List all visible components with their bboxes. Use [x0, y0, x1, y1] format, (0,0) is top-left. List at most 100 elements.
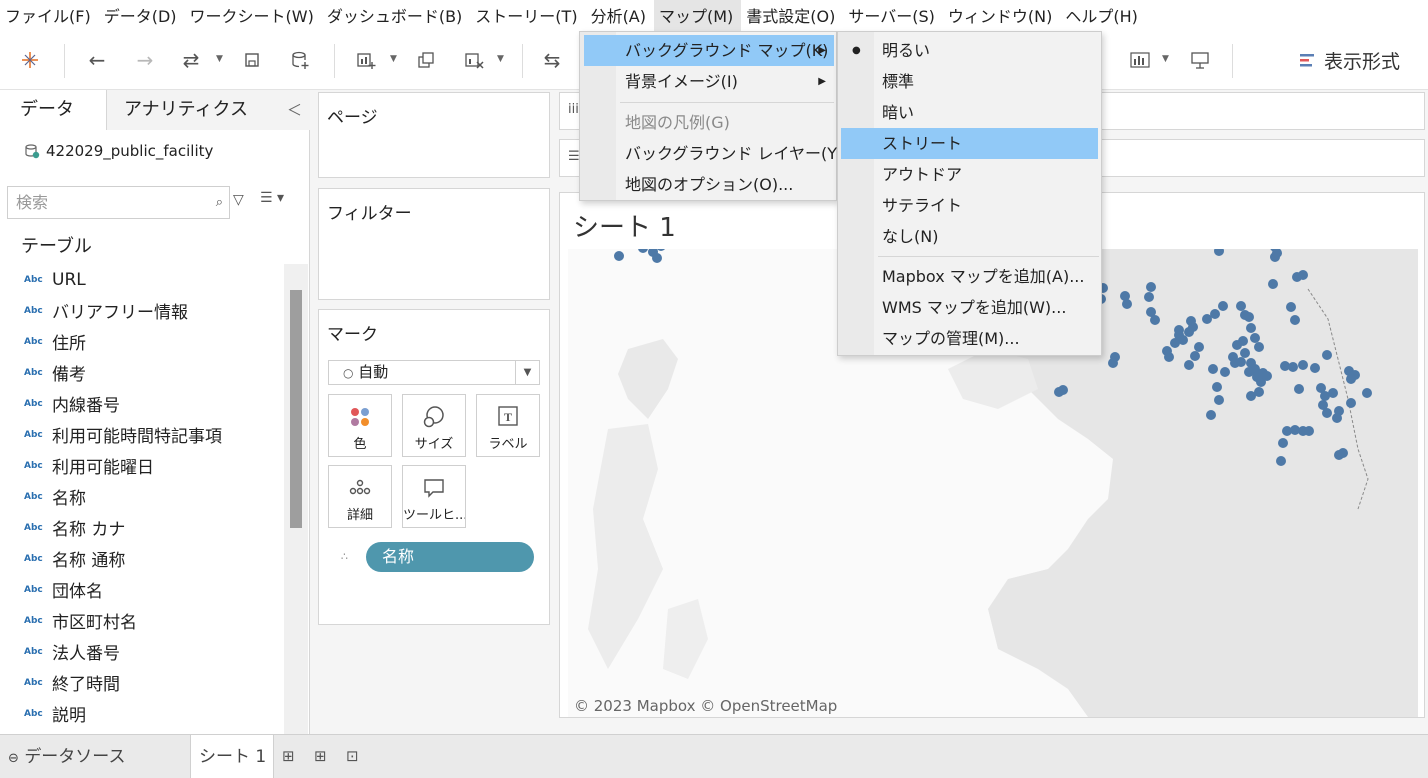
field-item[interactable]: Abc 法人番号 — [0, 636, 284, 667]
redo-dropdown-icon[interactable]: ▼ — [216, 54, 226, 64]
map-point[interactable] — [1278, 438, 1288, 448]
map-point[interactable] — [1164, 352, 1174, 362]
back-icon[interactable]: ← — [83, 46, 111, 74]
map-point[interactable] — [614, 251, 624, 261]
swap-rows-columns-icon[interactable]: ⇆ — [538, 46, 566, 74]
map-point[interactable] — [1214, 395, 1224, 405]
field-item[interactable]: Abc 終了時間 — [0, 667, 284, 698]
map-point[interactable] — [1218, 301, 1228, 311]
map-point[interactable] — [1144, 292, 1154, 302]
map-point[interactable] — [1246, 391, 1256, 401]
tab-analytics[interactable]: アナリティクス — [107, 90, 310, 130]
field-item[interactable]: Abc 利用可能曜日 — [0, 450, 284, 481]
mark-type-dropdown[interactable]: ○ 自動 ▼ — [328, 360, 540, 385]
field-item[interactable]: Abc 住所 — [0, 326, 284, 357]
map-point[interactable] — [1346, 374, 1356, 384]
presentation-mode-icon[interactable] — [1186, 46, 1214, 74]
field-item[interactable]: Abc 団体名 — [0, 574, 284, 605]
menu-story[interactable]: ストーリー(T) — [470, 0, 585, 32]
field-list-scroll-thumb[interactable] — [290, 290, 302, 528]
clear-sheet-icon[interactable] — [460, 46, 488, 74]
map-point[interactable] — [1184, 360, 1194, 370]
field-pill-name[interactable]: 名称 — [366, 542, 534, 572]
show-me-button[interactable]: 表示形式 — [1299, 46, 1400, 74]
new-worksheet-icon[interactable] — [352, 46, 380, 74]
map-point[interactable] — [1208, 364, 1218, 374]
map-point[interactable] — [1338, 448, 1348, 458]
new-dashboard-tab-icon[interactable]: ⊞ — [314, 747, 327, 765]
new-worksheet-dropdown-icon[interactable]: ▼ — [390, 54, 400, 64]
map-point[interactable] — [1206, 410, 1216, 420]
menu-file[interactable]: ファイル(F) — [0, 0, 99, 32]
field-item[interactable]: Abc バリアフリー情報 — [0, 295, 284, 326]
menu-help[interactable]: ヘルプ(H) — [1060, 0, 1146, 32]
menu-item-map-legend[interactable]: 地図の凡例(G) — [584, 107, 834, 138]
map-point[interactable] — [1346, 398, 1356, 408]
map-point[interactable] — [1236, 357, 1246, 367]
label-button[interactable]: T ラベル — [476, 394, 540, 457]
field-item[interactable]: Abc 備考 — [0, 357, 284, 388]
menu-worksheet[interactable]: ワークシート(W) — [185, 0, 322, 32]
submenu-item-manage-maps[interactable]: マップの管理(M)... — [838, 323, 1099, 354]
menu-server[interactable]: サーバー(S) — [843, 0, 942, 32]
field-item[interactable]: Abc 内線番号 — [0, 388, 284, 419]
submenu-item-none[interactable]: なし(N) — [838, 221, 1099, 252]
map-point[interactable] — [1294, 384, 1304, 394]
map-point[interactable] — [1282, 426, 1292, 436]
menu-format[interactable]: 書式設定(O) — [741, 0, 843, 32]
map-point[interactable] — [1174, 325, 1184, 335]
map-point[interactable] — [1146, 282, 1156, 292]
tooltip-button[interactable]: ツールヒ... — [402, 465, 466, 528]
field-item[interactable]: Abc 名称 カナ — [0, 512, 284, 543]
chart-type-icon[interactable] — [1126, 46, 1154, 74]
map-point[interactable] — [1190, 351, 1200, 361]
map-point[interactable] — [1186, 316, 1196, 326]
map-point[interactable] — [1286, 302, 1296, 312]
map-point[interactable] — [1054, 387, 1064, 397]
map-point[interactable] — [1236, 301, 1246, 311]
menu-map[interactable]: マップ(M) — [654, 0, 742, 32]
map-point[interactable] — [1246, 323, 1256, 333]
map-point[interactable] — [1220, 367, 1230, 377]
map-point[interactable] — [1288, 362, 1298, 372]
map-point[interactable] — [1362, 388, 1372, 398]
menu-data[interactable]: データ(D) — [99, 0, 185, 32]
color-button[interactable]: 色 — [328, 394, 392, 457]
submenu-item-add-mapbox[interactable]: Mapbox マップを追加(A)... — [838, 261, 1099, 292]
menu-item-background-map[interactable]: バックグラウンド マップ(K) ▶ — [584, 35, 834, 66]
submenu-item-satellite[interactable]: サテライト — [838, 190, 1099, 221]
map-point[interactable] — [1268, 279, 1278, 289]
menu-window[interactable]: ウィンドウ(N) — [943, 0, 1060, 32]
submenu-item-light[interactable]: ● 明るい — [838, 35, 1099, 66]
detail-button[interactable]: 詳細 — [328, 465, 392, 528]
map-point[interactable] — [1298, 360, 1308, 370]
filters-shelf[interactable]: フィルター — [318, 188, 550, 300]
field-item[interactable]: Abc 名称 通称 — [0, 543, 284, 574]
map-point[interactable] — [1310, 363, 1320, 373]
filter-icon[interactable]: ▽ — [233, 192, 244, 208]
save-icon[interactable] — [238, 46, 266, 74]
map-point[interactable] — [1120, 291, 1130, 301]
map-point[interactable] — [638, 249, 648, 253]
map-point[interactable] — [1108, 358, 1118, 368]
map-point[interactable] — [1304, 426, 1314, 436]
map-point[interactable] — [1240, 348, 1250, 358]
map-point[interactable] — [1210, 309, 1220, 319]
tab-sheet-1[interactable]: シート 1 — [190, 735, 274, 778]
datasource-item[interactable]: 422029_public_facility — [24, 142, 213, 160]
new-datasource-icon[interactable] — [286, 46, 314, 74]
submenu-item-add-wms[interactable]: WMS マップを追加(W)... — [838, 292, 1099, 323]
map-point[interactable] — [1276, 456, 1286, 466]
map-point[interactable] — [652, 253, 662, 263]
new-story-tab-icon[interactable]: ⊡ — [346, 747, 359, 765]
pages-shelf[interactable]: ページ — [318, 92, 550, 178]
field-item[interactable]: Abc 利用可能時間特記事項 — [0, 419, 284, 450]
redo-icon[interactable]: ⇄ — [177, 46, 205, 74]
submenu-item-outdoors[interactable]: アウトドア — [838, 159, 1099, 190]
menu-dashboard[interactable]: ダッシュボード(B) — [322, 0, 470, 32]
map-point[interactable] — [1244, 367, 1254, 377]
duplicate-sheet-icon[interactable] — [412, 46, 440, 74]
map-point[interactable] — [1194, 342, 1204, 352]
map-point[interactable] — [1332, 413, 1342, 423]
new-worksheet-tab-icon[interactable]: ⊞ — [282, 747, 295, 765]
